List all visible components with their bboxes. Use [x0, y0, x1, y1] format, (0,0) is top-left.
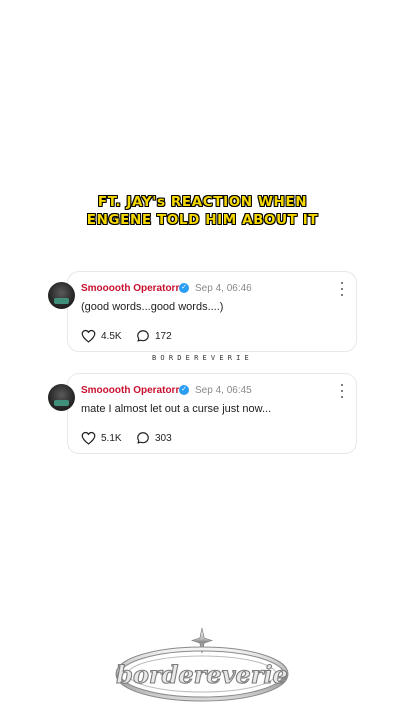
more-icon[interactable] [340, 384, 344, 398]
heart-icon [81, 329, 96, 343]
comment-button[interactable]: 303 [136, 431, 172, 445]
comment-icon [137, 432, 149, 444]
video-caption: FT. JAY's REACTION WHEN ENGENE TOLD HIM … [0, 193, 405, 229]
like-count: 4.5K [101, 330, 122, 342]
caption-line-2: ENGENE TOLD HIM ABOUT IT [86, 212, 319, 228]
like-button[interactable]: 5.1K [81, 431, 122, 445]
verified-icon: ✓ [179, 385, 189, 395]
post-text: mate I almost let out a curse just now..… [81, 403, 272, 415]
bordereverie-logo: bordereverie [115, 627, 289, 702]
comment-button[interactable]: 172 [136, 329, 172, 343]
watermark-text: BORDEREVERIE [152, 354, 253, 362]
author-name[interactable]: Smooooth Operatorrrr [81, 385, 187, 396]
like-count: 5.1K [101, 432, 122, 444]
post-timestamp: Sep 4, 06:46 [195, 283, 252, 294]
comment-icon [137, 330, 149, 342]
post-text: (good words...good words....) [81, 301, 224, 313]
logo-text: bordereverie [116, 660, 288, 689]
like-button[interactable]: 4.5K [81, 329, 122, 343]
post-card[interactable]: Smooooth Operatorrrr ✓ Sep 4, 06:45 mate… [48, 373, 357, 454]
caption-line-1: FT. JAY's REACTION WHEN [97, 194, 308, 210]
avatar[interactable] [48, 282, 75, 309]
post-timestamp: Sep 4, 06:45 [195, 385, 252, 396]
comment-count: 172 [155, 330, 172, 342]
heart-icon [81, 431, 96, 445]
verified-icon: ✓ [179, 283, 189, 293]
more-icon[interactable] [340, 282, 344, 296]
comment-count: 303 [155, 432, 172, 444]
avatar[interactable] [48, 384, 75, 411]
post-card[interactable]: Smooooth Operatorrrr ✓ Sep 4, 06:46 (goo… [48, 271, 357, 352]
author-name[interactable]: Smooooth Operatorrrr [81, 283, 187, 294]
